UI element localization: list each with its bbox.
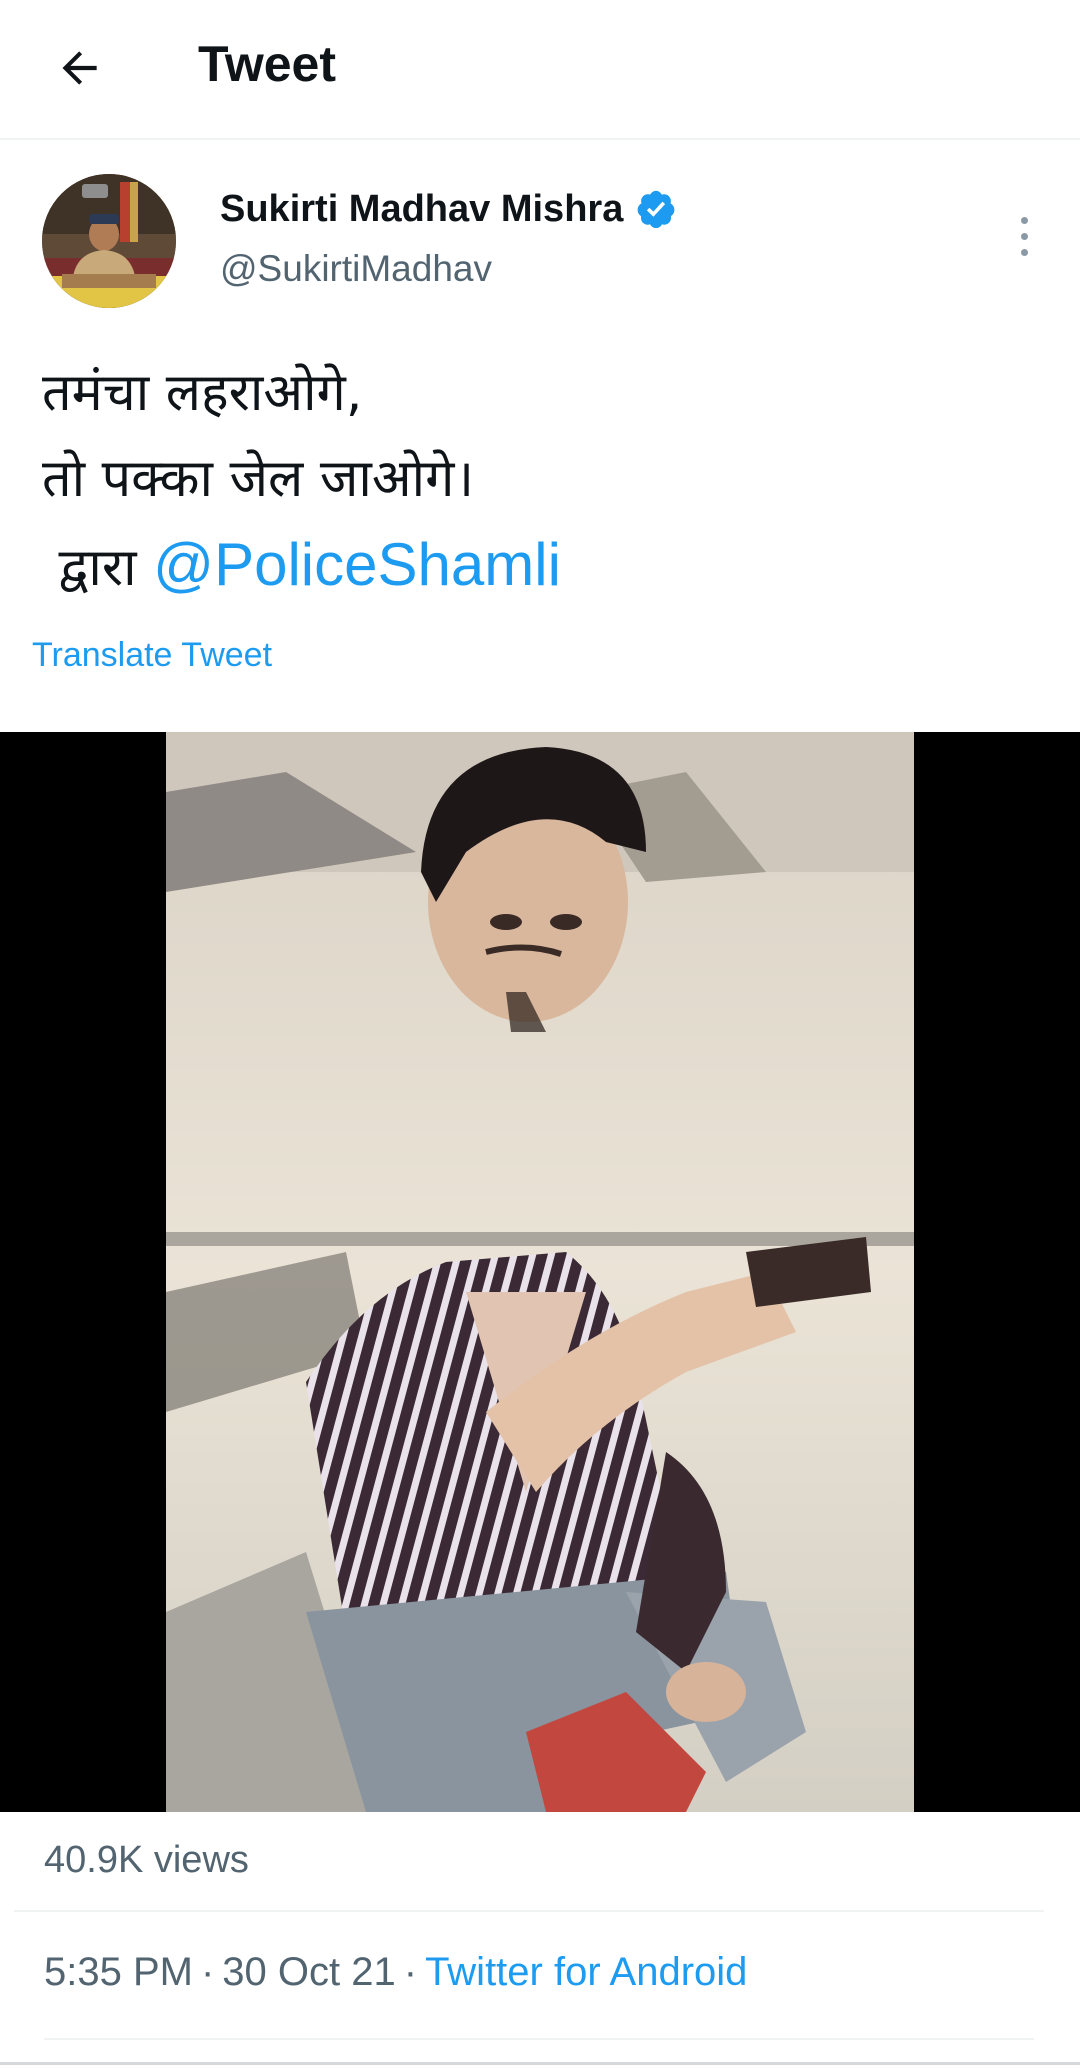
tweet-line-3: द्वारा @PoliceShamli — [42, 522, 1042, 608]
tweet-date: 30 Oct 21 — [222, 1950, 396, 1994]
tweet-line-1: तमंचा लहराओगे, — [42, 363, 363, 423]
divider — [44, 2038, 1034, 2040]
avatar[interactable] — [42, 174, 176, 308]
view-count: 40.9K views — [44, 1839, 249, 1881]
back-button[interactable] — [40, 28, 120, 108]
video-thumbnail — [166, 732, 914, 1812]
translate-tweet-link[interactable]: Translate Tweet — [32, 632, 272, 678]
tweet-text: तमंचा लहराओगे, तो पक्का जेल जाओगे। द्वार… — [42, 350, 1042, 608]
divider — [14, 1910, 1044, 1912]
tweet-source-link[interactable]: Twitter for Android — [425, 1950, 747, 1994]
verified-badge-icon — [637, 190, 675, 229]
author-display-name[interactable]: Sukirti Madhav Mishra — [220, 186, 677, 232]
tweet-video[interactable] — [0, 732, 1080, 1812]
top-app-bar: Tweet — [0, 0, 1080, 140]
more-vertical-icon — [1020, 216, 1028, 224]
bottom-border — [0, 2062, 1080, 2065]
avatar-image — [42, 174, 176, 308]
arrow-left-icon — [62, 51, 97, 85]
tweet-line-2: तो पक्का जेल जाओगे। — [42, 449, 475, 509]
meta-separator: · — [403, 1950, 418, 1994]
more-dot — [1020, 248, 1028, 256]
tweet-author-header: Sukirti Madhav Mishra @SukirtiMadhav — [0, 140, 1080, 320]
author-name-text: Sukirti Madhav Mishra — [220, 188, 624, 230]
video-frame — [166, 732, 914, 1812]
tweet-time: 5:35 PM — [44, 1950, 193, 1994]
page-title: Tweet — [198, 36, 336, 92]
meta-separator: · — [200, 1950, 215, 1994]
tweet-metadata: 5:35 PM · 30 Oct 21 · Twitter for Android — [44, 1942, 747, 2002]
more-dot — [1020, 232, 1028, 240]
tweet-line-3-text: द्वारा — [42, 538, 154, 598]
author-handle[interactable]: @SukirtiMadhav — [220, 246, 492, 292]
more-options-button[interactable] — [1000, 196, 1048, 276]
mention-link[interactable]: @PoliceShamli — [153, 531, 561, 598]
